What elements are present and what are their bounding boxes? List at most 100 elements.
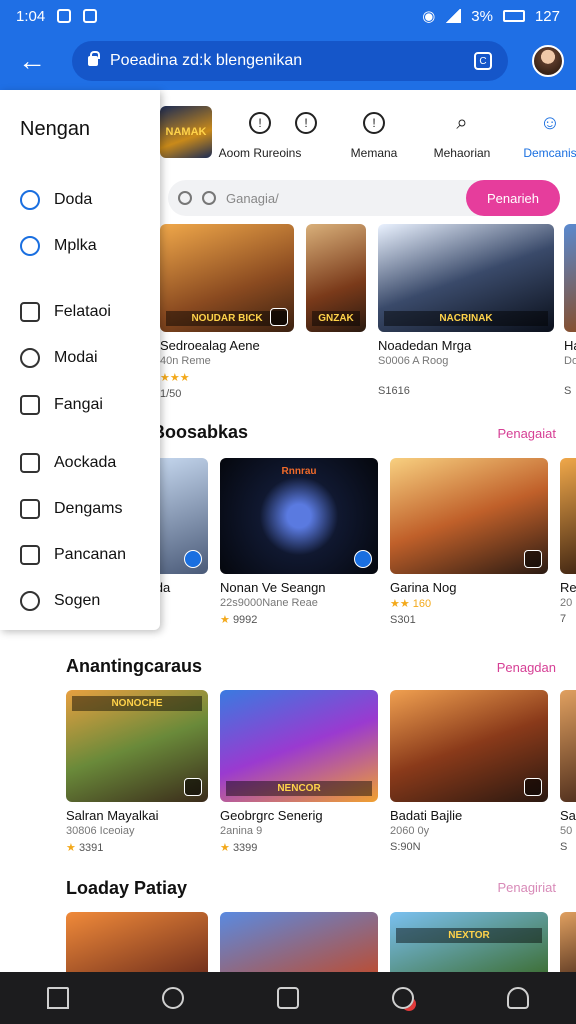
game-card[interactable]: NOUDAR BICK Sedroealag Aene 40n Reme ★★★… bbox=[160, 224, 294, 400]
game-thumbnail: NEXTOR bbox=[390, 912, 548, 972]
section-title: Loaday Patiay bbox=[66, 878, 188, 898]
game-card[interactable]: NEXTOR bbox=[390, 912, 548, 972]
drawer-item-sogen[interactable]: Sogen bbox=[20, 591, 100, 611]
thumbnail-title: GNZAK bbox=[312, 311, 360, 326]
see-more-link[interactable]: Penagdan bbox=[497, 660, 556, 675]
card-meta: S bbox=[560, 841, 568, 853]
game-card[interactable]: Ha Do S bbox=[564, 224, 576, 397]
url-bar[interactable]: Poeadina zd:k blengenikan C bbox=[72, 41, 508, 81]
category-4[interactable]: ⌕ Mehaorian bbox=[422, 98, 502, 161]
game-card[interactable]: Re 20 7 bbox=[560, 458, 576, 625]
game-card[interactable]: NACRINAK Noadedan Mrga S0006 A Roog S161… bbox=[378, 224, 554, 397]
badge-icon bbox=[354, 550, 372, 568]
lock-icon bbox=[88, 51, 100, 66]
notifications-icon[interactable] bbox=[392, 987, 415, 1009]
game-card[interactable] bbox=[560, 912, 576, 972]
profile-icon[interactable] bbox=[507, 987, 530, 1009]
signal-icon bbox=[445, 9, 462, 23]
game-thumbnail: NENCOR bbox=[220, 690, 378, 802]
drawer-item-mplka[interactable]: Mplka bbox=[20, 236, 97, 256]
drawer-item-modai[interactable]: Modai bbox=[20, 348, 98, 368]
drawer-item-label: Sogen bbox=[54, 592, 101, 609]
card-meta: 9992 bbox=[232, 614, 258, 626]
rating-stars: ★★ 160 bbox=[390, 598, 432, 610]
category-label: Demcanis bbox=[523, 146, 576, 160]
card-title: Badati Bajlie bbox=[390, 808, 463, 823]
wifi-icon: ◉ bbox=[422, 8, 436, 25]
category-2[interactable]: ! bbox=[286, 98, 326, 146]
game-card[interactable]: Rnnrau Nonan Ve Seangn 22s9000Nane Reae … bbox=[220, 458, 378, 626]
star-icon bbox=[20, 190, 40, 210]
search-input[interactable]: Ganagia/ bbox=[226, 191, 466, 206]
drawer-item-fangai[interactable]: Fangai bbox=[20, 395, 103, 415]
alert-icon: ! bbox=[363, 112, 385, 134]
card-title: Noadedan Mrga bbox=[378, 338, 472, 353]
chat-icon bbox=[20, 395, 40, 415]
drawer-item-label: Doda bbox=[54, 191, 93, 208]
home-icon[interactable] bbox=[46, 987, 69, 1009]
card-meta: 3399 bbox=[232, 842, 258, 854]
search-icon[interactable] bbox=[161, 987, 184, 1009]
game-logo[interactable]: NAMAK bbox=[160, 106, 212, 158]
game-card[interactable] bbox=[66, 912, 208, 972]
game-card[interactable]: Garina Nog ★★ 160 S301 bbox=[390, 458, 548, 626]
card-subtitle: 22s9000Nane Reae bbox=[220, 597, 318, 609]
badge-icon bbox=[524, 778, 542, 796]
search-icon: ⌕ bbox=[456, 111, 468, 134]
search-button[interactable]: Penarieh bbox=[466, 180, 560, 216]
search-bar[interactable]: Ganagia/ Penarieh bbox=[168, 180, 560, 216]
category-3[interactable]: ! Memana bbox=[334, 98, 414, 160]
section-title: Anantingcaraus bbox=[66, 656, 203, 676]
info-icon[interactable] bbox=[276, 987, 299, 1009]
thumbnail-title: NONOCHE bbox=[72, 696, 202, 711]
drawer-item-label: Dengams bbox=[54, 500, 123, 517]
url-text[interactable]: Poeadina zd:k blengenikan bbox=[110, 52, 474, 70]
game-thumbnail bbox=[220, 912, 378, 972]
card-meta: 3391 bbox=[78, 842, 104, 854]
rating-stars: ★ bbox=[66, 842, 76, 854]
rating-stars: ★★★ bbox=[160, 372, 190, 384]
back-arrow-icon[interactable]: ← bbox=[12, 41, 52, 81]
rating-stars: ★ bbox=[220, 614, 230, 626]
thumbnail-title: NEXTOR bbox=[396, 928, 542, 943]
thumbnail-title: Rnnrau bbox=[281, 466, 317, 477]
game-thumbnail: NOUDAR BICK bbox=[160, 224, 294, 332]
section-title: Boosabkas bbox=[152, 422, 249, 442]
category-5[interactable]: ☺ Demcanis bbox=[510, 98, 576, 161]
gauge-icon bbox=[20, 453, 40, 473]
drawer-item-label: Felataoi bbox=[54, 303, 111, 320]
see-more-link[interactable]: Penagiriat bbox=[497, 880, 556, 895]
game-card[interactable]: NONOCHE Salran Mayalkai 30806 Iceoiay ★ … bbox=[66, 690, 208, 854]
drawer-item-doda[interactable]: Doda bbox=[20, 190, 92, 210]
card-title: Re bbox=[560, 580, 576, 595]
game-thumbnail bbox=[66, 912, 208, 972]
see-more-link[interactable]: Penagaiat bbox=[497, 426, 556, 441]
drawer-item-aockada[interactable]: Aockada bbox=[20, 453, 116, 473]
game-card[interactable]: NENCOR Geobrgrc Senerig 2anina 9 ★ 3399 bbox=[220, 690, 378, 854]
battery-icon bbox=[502, 10, 525, 22]
app-notification-icon bbox=[83, 9, 98, 23]
game-card[interactable]: Sa 50 S bbox=[560, 690, 576, 853]
game-card[interactable]: GNZAK bbox=[306, 224, 366, 332]
card-subtitle: 50 bbox=[560, 825, 573, 837]
card-meta: S bbox=[564, 385, 572, 397]
card-meta: S1616 bbox=[378, 385, 410, 397]
drawer-item-label: Fangai bbox=[54, 396, 103, 413]
folder-icon bbox=[20, 499, 40, 519]
drawer-item-dengams[interactable]: Dengams bbox=[20, 499, 122, 519]
game-thumbnail bbox=[564, 224, 576, 332]
drawer-item-pancanan[interactable]: Pancanan bbox=[20, 545, 126, 565]
category-row: NAMAK ! Aoom Rureoins ! ! Memana ⌕ Mehao… bbox=[160, 98, 576, 160]
avatar[interactable] bbox=[532, 45, 564, 77]
game-card[interactable]: Badati Bajlie 2060 0y S:90N bbox=[390, 690, 548, 853]
thumbnail-title: NENCOR bbox=[226, 781, 372, 796]
app-bar: ← Poeadina zd:k blengenikan C bbox=[0, 32, 576, 90]
game-card[interactable] bbox=[220, 912, 378, 972]
drawer-item-felataoi[interactable]: Felataoi bbox=[20, 302, 111, 322]
badge-icon bbox=[184, 778, 202, 796]
card-subtitle: S0006 A Roog bbox=[378, 355, 449, 367]
thumbnail-title: NACRINAK bbox=[384, 311, 548, 326]
game-thumbnail: GNZAK bbox=[306, 224, 366, 332]
tabs-icon[interactable]: C bbox=[474, 52, 492, 70]
card-title: Salran Mayalkai bbox=[66, 808, 159, 823]
